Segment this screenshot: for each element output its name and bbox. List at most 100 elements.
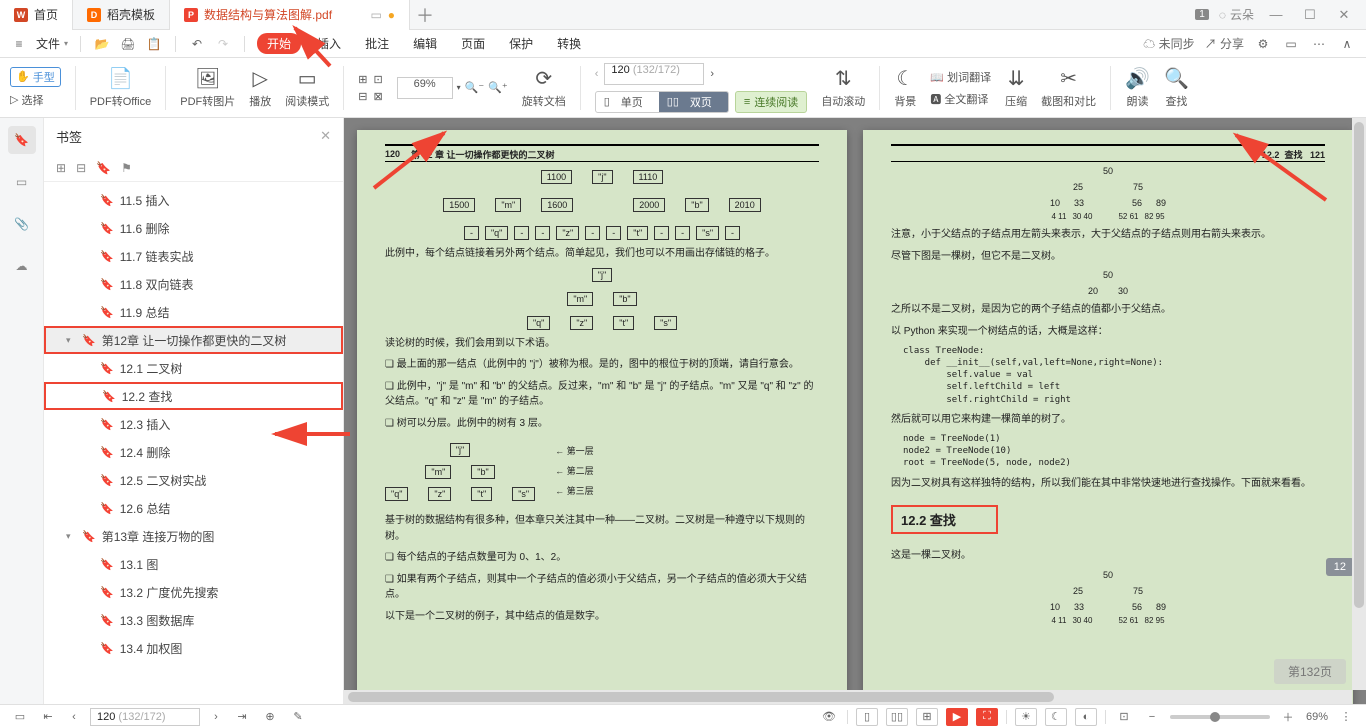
zoom-out-icon[interactable]: 🔍⁻ [465, 81, 485, 94]
crop-compare[interactable]: ✂截图和对比 [1041, 67, 1096, 109]
bookmark-item[interactable]: 🔖11.8 双向链表 [44, 270, 343, 298]
bookmark-item[interactable]: 🔖11.9 总结 [44, 298, 343, 326]
bookmark-item[interactable]: 🔖13.2 广度优先搜索 [44, 578, 343, 606]
eye-icon[interactable]: 👁 [819, 710, 839, 723]
present-icon[interactable]: ▭ [370, 8, 381, 22]
zoom-in-icon[interactable]: 🔍⁺ [488, 81, 508, 94]
pdf-to-office[interactable]: 📄PDF转Office [90, 67, 152, 109]
view-double-icon[interactable]: ▯▯ [886, 708, 908, 726]
maximize-button[interactable]: ☐ [1298, 7, 1322, 23]
menu-start[interactable]: 开始 [257, 33, 301, 54]
document-viewport[interactable]: 120第 12 章 让一切操作都更快的二叉树 1100"j"1110 1500"… [344, 118, 1366, 704]
print-icon[interactable]: 📋 [145, 35, 163, 53]
page-input[interactable]: 120 (132/172) [604, 63, 704, 85]
file-menu[interactable]: 文件 ▾ [36, 35, 68, 52]
status-edit-icon[interactable]: ✎ [288, 710, 308, 723]
expand-all-icon[interactable]: ⊞ [56, 161, 66, 175]
cloud-panel-icon[interactable]: ☁ [8, 252, 36, 280]
read-aloud[interactable]: 🔊朗读 [1125, 67, 1150, 109]
bookmark-item[interactable]: 🔖12.3 插入 [44, 410, 343, 438]
prev-page-icon[interactable]: ‹ [64, 711, 84, 723]
minimize-button[interactable]: — [1264, 7, 1288, 22]
bookmark-item[interactable]: 🔖12.2 查找 [44, 382, 343, 410]
tab-pdf[interactable]: P 数据结构与算法图解.pdf ▭ ● [170, 0, 410, 30]
next-page-icon[interactable]: › [206, 711, 226, 723]
auto-scroll[interactable]: ⇅自动滚动 [821, 67, 865, 109]
bookmark-item[interactable]: ▾🔖第13章 连接万物的图 [44, 522, 343, 550]
bookmark-item[interactable]: 🔖12.1 二叉树 [44, 354, 343, 382]
menu-annotate[interactable]: 批注 [357, 35, 397, 52]
read-mode[interactable]: ▭阅读模式 [285, 67, 329, 109]
horizontal-scrollbar[interactable] [344, 690, 1352, 704]
word-translate[interactable]: 📖 划词翻译 [930, 69, 991, 85]
settings-icon[interactable]: ⚙ [1254, 35, 1272, 53]
bookmark-item[interactable]: 🔖12.6 总结 [44, 494, 343, 522]
menu-edit[interactable]: 编辑 [405, 35, 445, 52]
menu-convert[interactable]: 转换 [549, 35, 589, 52]
full-translate[interactable]: 🅰 全文翻译 [930, 91, 991, 107]
status-pages-icon[interactable]: ▭ [10, 710, 30, 723]
bookmark-panel-icon[interactable]: 🔖 [8, 126, 36, 154]
view-grid-icon[interactable]: ⊞ [916, 708, 938, 726]
first-page-icon[interactable]: ⇤ [38, 710, 58, 723]
last-page-icon[interactable]: ⇥ [232, 710, 252, 723]
cloud-icon[interactable]: ◌ 云朵 [1219, 6, 1254, 23]
share-button[interactable]: ↗ 分享 [1205, 35, 1244, 52]
bookmark-list[interactable]: 🔖11.5 插入🔖11.6 删除🔖11.7 链表实战🔖11.8 双向链表🔖11.… [44, 182, 343, 704]
bookmark-item[interactable]: 🔖12.5 二叉树实战 [44, 466, 343, 494]
fit-page-icon[interactable]: ⊡ [373, 73, 382, 86]
bookmark-flag-icon[interactable]: ⚑ [121, 161, 132, 175]
background[interactable]: ☾背景 [894, 67, 916, 109]
view-single-icon[interactable]: ▯ [856, 708, 878, 726]
fit-icon[interactable]: ⊡ [1114, 710, 1134, 723]
zoom-in-button[interactable]: ＋ [1278, 709, 1298, 725]
sync-status[interactable]: ☁ 未同步 [1143, 35, 1194, 52]
bg-eye-icon[interactable]: ◐ [1075, 708, 1097, 726]
close-panel-icon[interactable]: ✕ [320, 128, 331, 144]
thumbnail-panel-icon[interactable]: ▭ [8, 168, 36, 196]
page-prev-icon[interactable]: ‹ [595, 68, 599, 80]
page-next-icon[interactable]: › [710, 68, 714, 80]
bookmark-item[interactable]: 🔖12.4 删除 [44, 438, 343, 466]
play-button[interactable]: ▷播放 [249, 67, 271, 109]
bookmark-item[interactable]: 🔖13.4 加权图 [44, 634, 343, 662]
status-add-icon[interactable]: ⊕ [260, 710, 280, 723]
bookmark-item[interactable]: 🔖11.7 链表实战 [44, 242, 343, 270]
save-icon[interactable]: 🖨 [119, 35, 137, 53]
hand-tool[interactable]: ✋ 手型 [10, 67, 61, 87]
vertical-scrollbar[interactable] [1352, 118, 1366, 690]
status-more-icon[interactable]: ⋮ [1336, 710, 1356, 723]
bookmark-item[interactable]: ▾🔖第12章 让一切操作都更快的二叉树 [44, 326, 343, 354]
rotate-doc[interactable]: ⟳旋转文档 [522, 67, 566, 109]
attachment-panel-icon[interactable]: 📎 [8, 210, 36, 238]
fit-width-icon[interactable]: ⊞ [358, 73, 367, 86]
hamburger-icon[interactable]: ≡ [10, 35, 28, 53]
actual-size-icon[interactable]: ⊟ [358, 90, 367, 103]
bookmark-item[interactable]: 🔖13.3 图数据库 [44, 606, 343, 634]
double-page-button[interactable]: ▯▯ 双页 [659, 92, 728, 112]
bg-night-icon[interactable]: ☾ [1045, 708, 1067, 726]
bg-day-icon[interactable]: ☀ [1015, 708, 1037, 726]
more-icon[interactable]: ⋯ [1310, 35, 1328, 53]
zoom-input[interactable]: 69% [397, 77, 453, 99]
bookmark-item[interactable]: 🔖11.5 插入 [44, 186, 343, 214]
continuous-read-button[interactable]: ≡ 连续阅读 [735, 91, 807, 113]
pdf-to-image[interactable]: 🖼PDF转图片 [180, 67, 235, 109]
menu-page[interactable]: 页面 [453, 35, 493, 52]
fit-height-icon[interactable]: ⊠ [373, 90, 382, 103]
zoom-slider[interactable] [1170, 715, 1270, 719]
collapse-all-icon[interactable]: ⊟ [76, 161, 86, 175]
open-icon[interactable]: 📂 [93, 35, 111, 53]
view-full-icon[interactable]: ⛶ [976, 708, 998, 726]
zoom-out-button[interactable]: − [1142, 711, 1162, 723]
select-tool[interactable]: ▷ 选择 [10, 91, 61, 109]
bookmark-add-icon[interactable]: 🔖 [96, 161, 111, 175]
undo-icon[interactable]: ↶ [188, 35, 206, 53]
collapse-ribbon-icon[interactable]: ∧ [1338, 35, 1356, 53]
compress[interactable]: ⇊压缩 [1005, 67, 1027, 109]
tab-home[interactable]: W 首页 [0, 0, 73, 30]
tab-add-button[interactable]: ＋ [410, 2, 440, 28]
tab-daoke[interactable]: D 稻壳模板 [73, 0, 170, 30]
close-button[interactable]: ✕ [1332, 7, 1356, 23]
menu-protect[interactable]: 保护 [501, 35, 541, 52]
